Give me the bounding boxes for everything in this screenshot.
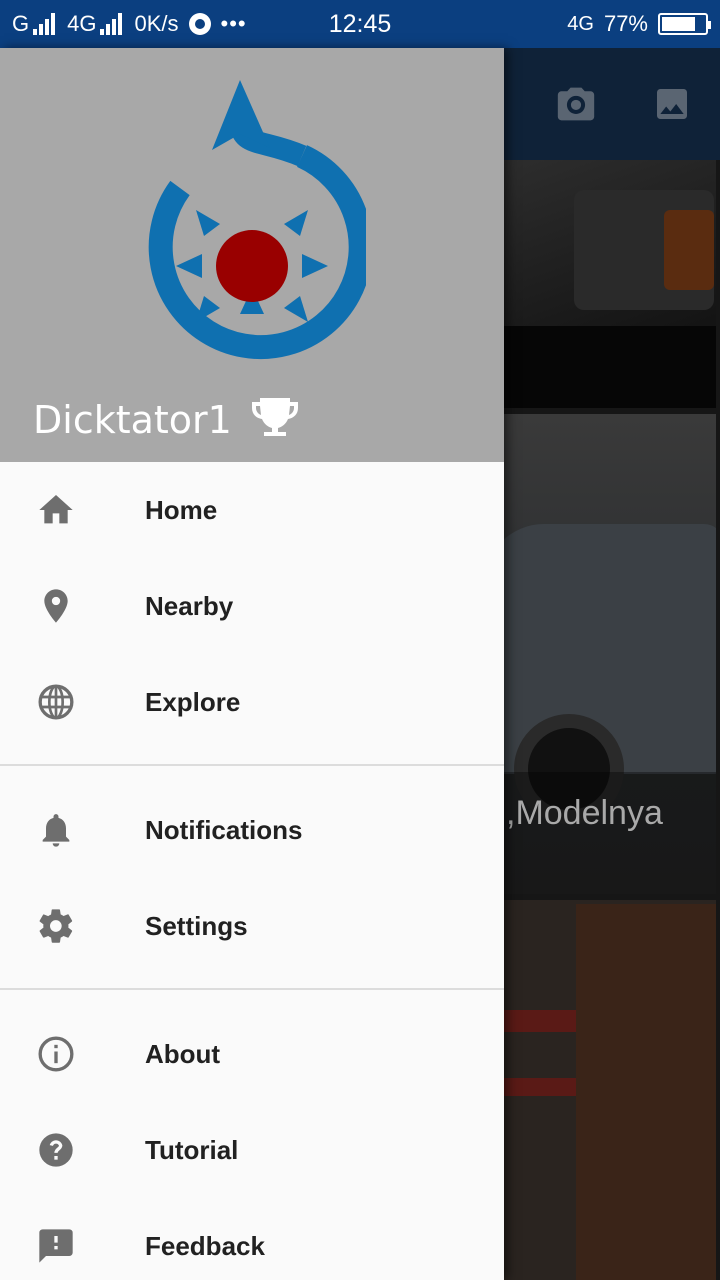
drawer-header: Dicktator1 (0, 48, 504, 462)
battery-percent: 77% (603, 11, 648, 36)
menu-item-nearby[interactable]: Nearby (0, 558, 504, 654)
battery-icon (658, 13, 711, 35)
gear-icon (36, 906, 76, 946)
help-icon (36, 1130, 76, 1170)
username: Dicktator1 (33, 397, 232, 442)
menu-item-about[interactable]: About (0, 1006, 504, 1102)
navigation-drawer: Dicktator1 Home Nearby Explore Notificat… (0, 48, 504, 1280)
wikimedia-commons-logo (140, 78, 373, 383)
feedback-icon (36, 1226, 76, 1266)
divider (0, 764, 504, 766)
status-bar: G 4G 0K/s ••• 12:45 4G 77% (0, 0, 720, 48)
location-pin-icon (36, 586, 76, 626)
status-right: 4G 77% (567, 10, 711, 38)
menu-item-label: Tutorial (145, 1135, 239, 1165)
drawer-menu: Home Nearby Explore Notifications Settin… (0, 462, 504, 1280)
divider (0, 988, 504, 990)
menu-item-feedback[interactable]: Feedback (0, 1198, 504, 1280)
user-profile[interactable]: Dicktator1 (33, 396, 300, 443)
globe-icon (36, 682, 76, 722)
trophy-icon[interactable] (250, 396, 300, 443)
contribution-thumbnail[interactable]: ,Modelnya (504, 414, 716, 894)
contribution-thumbnail[interactable] (504, 160, 716, 408)
camera-icon[interactable] (554, 84, 598, 129)
menu-item-tutorial[interactable]: Tutorial (0, 1102, 504, 1198)
app-toolbar (504, 48, 720, 160)
menu-item-label: About (145, 1039, 221, 1069)
contribution-thumbnail[interactable] (504, 900, 716, 1280)
menu-item-home[interactable]: Home (0, 462, 504, 558)
menu-item-explore[interactable]: Explore (0, 654, 504, 750)
home-icon (36, 490, 76, 530)
menu-item-label: Explore (145, 687, 241, 717)
image-icon[interactable] (652, 84, 692, 129)
menu-item-label: Settings (145, 911, 248, 941)
bell-icon (36, 810, 76, 850)
contribution-caption: ,Modelnya (506, 794, 663, 832)
menu-item-label: Feedback (145, 1231, 265, 1261)
menu-item-label: Notifications (145, 815, 303, 845)
menu-item-notifications[interactable]: Notifications (0, 782, 504, 878)
menu-item-label: Home (145, 495, 218, 525)
network-4g-label: 4G (567, 12, 594, 35)
menu-item-label: Nearby (145, 591, 234, 621)
info-icon (36, 1034, 76, 1074)
menu-item-settings[interactable]: Settings (0, 878, 504, 974)
